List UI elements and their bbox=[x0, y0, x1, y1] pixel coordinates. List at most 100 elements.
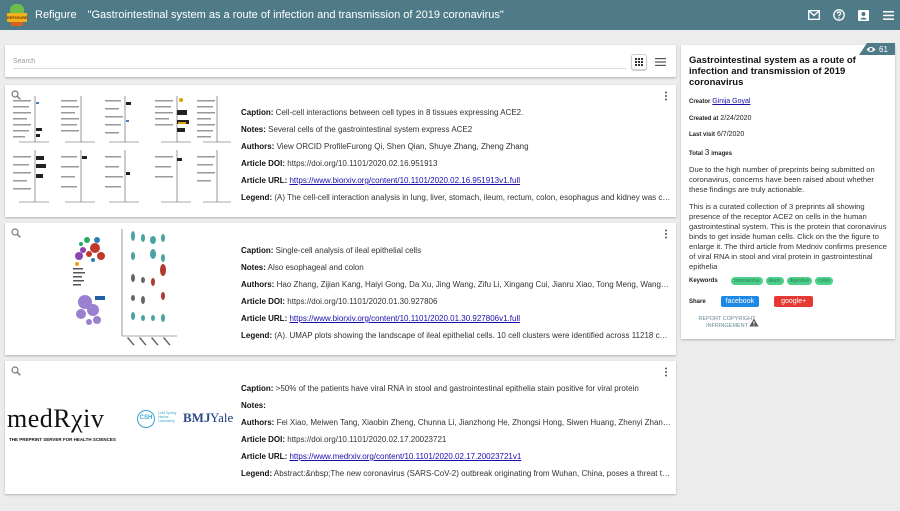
url-label: Article URL: bbox=[241, 176, 288, 185]
keywords-row: Keywords coronavirus ileum digestive col… bbox=[689, 277, 834, 285]
authors-row: Authors: Hao Zhang, Zijian Kang, Haiyi G… bbox=[241, 280, 671, 297]
legend-text: (A) The cell-cell interaction analysis i… bbox=[274, 193, 671, 202]
article-url-link[interactable]: https://www.biorxiv.org/content/10.1101/… bbox=[289, 314, 520, 323]
app-name[interactable]: Refigure bbox=[35, 9, 77, 21]
description-paragraph: This is a curated collection of 3 prepri… bbox=[689, 202, 887, 271]
caption-label: Caption: bbox=[241, 246, 274, 255]
notes-label: Notes: bbox=[241, 263, 266, 272]
figure-thumbnail[interactable]: medRχiv THE PREPRINT SERVER FOR HEALTH S… bbox=[7, 401, 235, 451]
doi-row: Article DOI: https://doi.org/10.1101/202… bbox=[241, 159, 671, 176]
notes-row: Notes: Also esophageal and colon bbox=[241, 263, 671, 280]
views-badge: 61 bbox=[859, 43, 895, 55]
figure-card[interactable]: medRχiv THE PREPRINT SERVER FOR HEALTH S… bbox=[5, 361, 676, 494]
yale-logo: Yale bbox=[210, 410, 234, 425]
medrxiv-logo: medRχiv bbox=[7, 404, 105, 433]
legend-row: Legend: (A) The cell-cell interaction an… bbox=[241, 193, 671, 210]
authors-text: Fei Xiao, Meiwen Tang, Xiaobin Zheng, Ch… bbox=[276, 418, 671, 427]
warning-icon[interactable] bbox=[749, 318, 759, 327]
keyword-tag[interactable]: ileum bbox=[765, 277, 784, 285]
views-count: 61 bbox=[879, 44, 888, 54]
figure-card[interactable]: Caption: Cell-cell interactions between … bbox=[5, 85, 676, 217]
total-label: Total bbox=[689, 151, 703, 157]
authors-row: Authors: Fei Xiao, Meiwen Tang, Xiaobin … bbox=[241, 418, 671, 435]
notes-text: Also esophageal and colon bbox=[267, 263, 364, 272]
legend-text: (A). UMAP plots showing the landscape of… bbox=[274, 331, 671, 340]
authors-text: Hao Zhang, Zijian Kang, Haiyi Gong, Da X… bbox=[276, 280, 671, 289]
legend-label: Legend: bbox=[241, 193, 273, 202]
top-bar: REFIGURE Refigure "Gastrointestinal syst… bbox=[0, 0, 900, 30]
legend-text: Abstract:&nbsp;The new coronavirus (SARS… bbox=[273, 469, 671, 478]
last-visit-row: Last visit 6/7/2020 bbox=[689, 131, 744, 138]
caption-row: Caption: >50% of the patients have viral… bbox=[241, 384, 671, 401]
creator-row: Creator Ginija Goyal bbox=[689, 98, 750, 105]
zoom-icon[interactable] bbox=[11, 366, 21, 376]
article-url-link[interactable]: https://www.biorxiv.org/content/10.1101/… bbox=[289, 176, 520, 185]
total-suffix: images bbox=[711, 151, 732, 157]
article-url-link[interactable]: https://www.medrxiv.org/content/10.1101/… bbox=[289, 452, 521, 461]
mail-icon[interactable] bbox=[807, 9, 820, 22]
facebook-share-button[interactable]: facebook bbox=[720, 296, 760, 307]
doi-text: https://doi.org/10.1101/2020.01.30.92780… bbox=[287, 297, 438, 306]
doi-row: Article DOI: https://doi.org/10.1101/202… bbox=[241, 297, 671, 314]
figure-thumbnail[interactable] bbox=[9, 92, 232, 212]
list-icon bbox=[655, 58, 666, 66]
logo-text: REFIGURE bbox=[7, 13, 28, 22]
menu-icon[interactable] bbox=[882, 9, 895, 22]
csh-caption: Cold Spring Harbor Laboratory bbox=[158, 411, 177, 423]
url-row: Article URL: https://www.biorxiv.org/con… bbox=[241, 176, 671, 193]
grid-view-button[interactable] bbox=[631, 54, 647, 70]
account-icon[interactable] bbox=[857, 9, 870, 22]
created-date: 2/24/2020 bbox=[720, 115, 752, 122]
url-label: Article URL: bbox=[241, 314, 288, 323]
legend-row: Legend: (A). UMAP plots showing the land… bbox=[241, 331, 671, 348]
help-icon[interactable] bbox=[832, 9, 845, 22]
logo-base bbox=[11, 22, 23, 26]
caption-label: Caption: bbox=[241, 384, 274, 393]
search-input[interactable] bbox=[13, 55, 626, 69]
notes-row: Notes: Several cells of the gastrointest… bbox=[241, 125, 671, 142]
keyword-tag[interactable]: coronavirus bbox=[730, 277, 763, 285]
creator-label: Creator bbox=[689, 99, 711, 105]
url-row: Article URL: https://www.biorxiv.org/con… bbox=[241, 314, 671, 331]
total-count: 3 bbox=[704, 148, 710, 157]
list-view-button[interactable] bbox=[655, 57, 667, 67]
keyword-tag[interactable]: digestive bbox=[786, 277, 813, 285]
google-plus-share-button[interactable]: google+ bbox=[774, 296, 814, 307]
notes-label: Notes: bbox=[241, 401, 266, 410]
total-row: Total 3 images bbox=[689, 148, 732, 157]
csh-logo: CSH bbox=[137, 410, 155, 428]
notes-text: Several cells of the gastrointestinal sy… bbox=[268, 125, 473, 134]
caption-text: Cell-cell interactions between cell type… bbox=[275, 108, 524, 117]
eye-icon bbox=[866, 46, 876, 52]
page-title: "Gastrointestinal system as a route of i… bbox=[87, 9, 504, 21]
csh-logo-text: CSH bbox=[139, 415, 153, 421]
caption-text: Single-cell analysis of ileal epithelial… bbox=[275, 246, 422, 255]
legend-label: Legend: bbox=[241, 469, 273, 478]
share-label: Share bbox=[689, 298, 706, 305]
figure-card[interactable]: Caption: Single-cell analysis of ileal e… bbox=[5, 223, 676, 355]
doi-label: Article DOI: bbox=[241, 435, 286, 444]
authors-row: Authors: View ORCID ProfileFurong Qi, Sh… bbox=[241, 142, 671, 159]
medrxiv-tagline: THE PREPRINT SERVER FOR HEALTH SCIENCES bbox=[9, 437, 116, 442]
figure-thumbnail[interactable] bbox=[67, 226, 179, 352]
created-row: Created at 2/24/2020 bbox=[689, 115, 751, 122]
authors-text: View ORCID ProfileFurong Qi, Shen Qian, … bbox=[276, 142, 529, 151]
refigure-logo[interactable]: REFIGURE bbox=[7, 4, 28, 26]
caption-text: >50% of the patients have viral RNA in s… bbox=[275, 384, 639, 393]
more-options-icon[interactable] bbox=[664, 229, 668, 239]
zoom-icon[interactable] bbox=[11, 228, 21, 238]
url-label: Article URL: bbox=[241, 452, 288, 461]
creator-link[interactable]: Ginija Goyal bbox=[712, 98, 750, 105]
legend-row: Legend: Abstract:&nbsp;The new coronavir… bbox=[241, 469, 671, 486]
grid-icon bbox=[635, 58, 643, 66]
collection-info-panel: 61 Gastrointestinal system as a route of… bbox=[681, 43, 895, 339]
authors-label: Authors: bbox=[241, 280, 275, 289]
bmj-logo: BMJ bbox=[183, 410, 211, 425]
keyword-tag[interactable]: colon bbox=[815, 277, 834, 285]
created-label: Created at bbox=[689, 116, 719, 122]
notes-row: Notes: bbox=[241, 401, 671, 418]
search-panel bbox=[5, 45, 676, 77]
caption-row: Caption: Single-cell analysis of ileal e… bbox=[241, 246, 671, 263]
more-options-icon[interactable] bbox=[664, 367, 668, 377]
more-options-icon[interactable] bbox=[664, 91, 668, 101]
